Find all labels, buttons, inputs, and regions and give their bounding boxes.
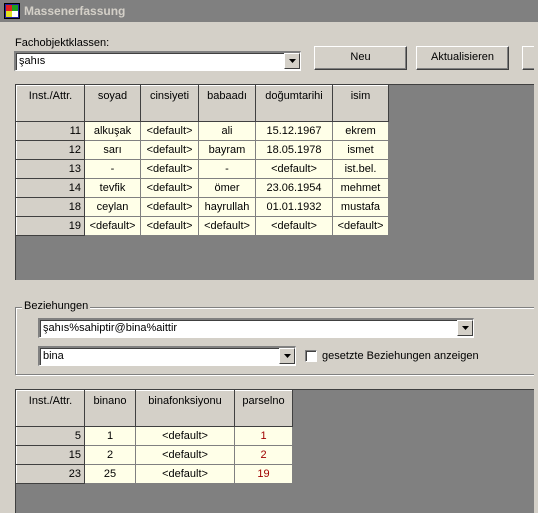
- table-cell[interactable]: <default>: [84, 216, 141, 236]
- table-cell[interactable]: 1: [84, 426, 136, 446]
- row-header[interactable]: 18: [16, 197, 85, 217]
- table-cell[interactable]: <default>: [135, 426, 235, 446]
- row-header[interactable]: 11: [16, 121, 85, 141]
- target-select-value: bina: [43, 350, 64, 362]
- relations-legend: Beziehungen: [22, 300, 91, 312]
- table-cell[interactable]: ismet: [332, 140, 389, 160]
- table-cell[interactable]: ömer: [198, 178, 256, 198]
- table-cell[interactable]: ceylan: [84, 197, 141, 217]
- class-select[interactable]: şahıs: [14, 51, 301, 71]
- column-header[interactable]: babaadı: [198, 85, 256, 122]
- column-header[interactable]: parselno: [234, 390, 293, 427]
- column-header[interactable]: binano: [84, 390, 136, 427]
- table-cell[interactable]: <default>: [140, 121, 199, 141]
- table-cell[interactable]: <default>: [135, 464, 235, 484]
- row-header[interactable]: 15: [16, 445, 85, 465]
- row-header[interactable]: 23: [16, 464, 85, 484]
- table-cell[interactable]: 19: [234, 464, 293, 484]
- table-cell[interactable]: <default>: [198, 216, 256, 236]
- table-cell[interactable]: bayram: [198, 140, 256, 160]
- column-header[interactable]: Inst./Attr.: [16, 390, 85, 427]
- row-header[interactable]: 12: [16, 140, 85, 160]
- table-cell[interactable]: <default>: [332, 216, 389, 236]
- table-cell[interactable]: <default>: [255, 216, 333, 236]
- relation-select[interactable]: şahıs%sahiptir@bina%aittir: [38, 318, 474, 338]
- refresh-button[interactable]: Aktualisieren: [416, 46, 509, 70]
- new-button[interactable]: Neu: [314, 46, 407, 70]
- table-cell[interactable]: mustafa: [332, 197, 389, 217]
- table-cell[interactable]: 18.05.1978: [255, 140, 333, 160]
- target-select[interactable]: bina: [38, 346, 296, 366]
- dropdown-arrow-icon[interactable]: [284, 53, 300, 69]
- table-row[interactable]: 5 1 <default> 1: [16, 426, 293, 446]
- table-cell[interactable]: <default>: [135, 445, 235, 465]
- table-row[interactable]: 11 alkuşak <default> ali 15.12.1967 ekre…: [16, 121, 389, 141]
- show-set-relations-label: gesetzte Beziehungen anzeigen: [322, 350, 479, 362]
- class-select-label: Fachobjektklassen:: [15, 37, 110, 49]
- table-cell[interactable]: -: [84, 159, 141, 179]
- column-header[interactable]: isim: [332, 85, 389, 122]
- table-row[interactable]: 15 2 <default> 2: [16, 445, 293, 465]
- table-row[interactable]: 13 - <default> - <default> ist.bel.: [16, 159, 389, 179]
- window-right-edge: [534, 22, 538, 513]
- title-bar: Massenerfassung: [0, 0, 538, 22]
- column-header[interactable]: soyad: [84, 85, 141, 122]
- table-cell[interactable]: ist.bel.: [332, 159, 389, 179]
- table-cell[interactable]: 23.06.1954: [255, 178, 333, 198]
- table-cell[interactable]: <default>: [140, 140, 199, 160]
- table-cell[interactable]: <default>: [140, 197, 199, 217]
- table-cell[interactable]: ekrem: [332, 121, 389, 141]
- dropdown-arrow-icon[interactable]: [279, 348, 295, 364]
- row-header[interactable]: 5: [16, 426, 85, 446]
- dropdown-arrow-icon[interactable]: [457, 320, 473, 336]
- table-cell[interactable]: tevfik: [84, 178, 141, 198]
- table-cell[interactable]: 15.12.1967: [255, 121, 333, 141]
- table-cell[interactable]: 01.01.1932: [255, 197, 333, 217]
- table-row[interactable]: 23 25 <default> 19: [16, 464, 293, 484]
- table-cell[interactable]: hayrullah: [198, 197, 256, 217]
- table-row[interactable]: 12 sarı <default> bayram 18.05.1978 isme…: [16, 140, 389, 160]
- table-row[interactable]: 18 ceylan <default> hayrullah 01.01.1932…: [16, 197, 389, 217]
- table-cell[interactable]: <default>: [255, 159, 333, 179]
- table-row[interactable]: 14 tevfik <default> ömer 23.06.1954 mehm…: [16, 178, 389, 198]
- column-header[interactable]: cinsiyeti: [140, 85, 199, 122]
- lower-table: Inst./Attr. binano binafonksiyonu parsel…: [16, 390, 293, 484]
- table-cell[interactable]: sarı: [84, 140, 141, 160]
- show-set-relations-checkbox[interactable]: [305, 350, 317, 362]
- column-header[interactable]: Inst./Attr.: [16, 85, 85, 122]
- upper-grid[interactable]: Inst./Attr. soyad cinsiyeti babaadı doğu…: [15, 84, 538, 280]
- table-cell[interactable]: <default>: [140, 216, 199, 236]
- app-icon[interactable]: [4, 3, 20, 19]
- table-cell[interactable]: alkuşak: [84, 121, 141, 141]
- table-cell[interactable]: 2: [84, 445, 136, 465]
- table-cell[interactable]: -: [198, 159, 256, 179]
- lower-grid[interactable]: Inst./Attr. binano binafonksiyonu parsel…: [15, 389, 538, 513]
- window-title: Massenerfassung: [24, 4, 126, 18]
- table-cell[interactable]: <default>: [140, 178, 199, 198]
- table-cell[interactable]: 25: [84, 464, 136, 484]
- table-cell[interactable]: <default>: [140, 159, 199, 179]
- row-header[interactable]: 14: [16, 178, 85, 198]
- table-cell[interactable]: ali: [198, 121, 256, 141]
- upper-table: Inst./Attr. soyad cinsiyeti babaadı doğu…: [16, 85, 389, 236]
- row-header[interactable]: 13: [16, 159, 85, 179]
- table-cell[interactable]: 1: [234, 426, 293, 446]
- table-cell[interactable]: mehmet: [332, 178, 389, 198]
- table-cell[interactable]: 2: [234, 445, 293, 465]
- class-select-value: şahıs: [19, 55, 46, 67]
- row-header[interactable]: 19: [16, 216, 85, 236]
- column-header[interactable]: binafonksiyonu: [135, 390, 235, 427]
- column-header[interactable]: doğumtarihi: [255, 85, 333, 122]
- table-row[interactable]: 19 <default> <default> <default> <defaul…: [16, 216, 389, 236]
- relation-select-value: şahıs%sahiptir@bina%aittir: [43, 322, 178, 334]
